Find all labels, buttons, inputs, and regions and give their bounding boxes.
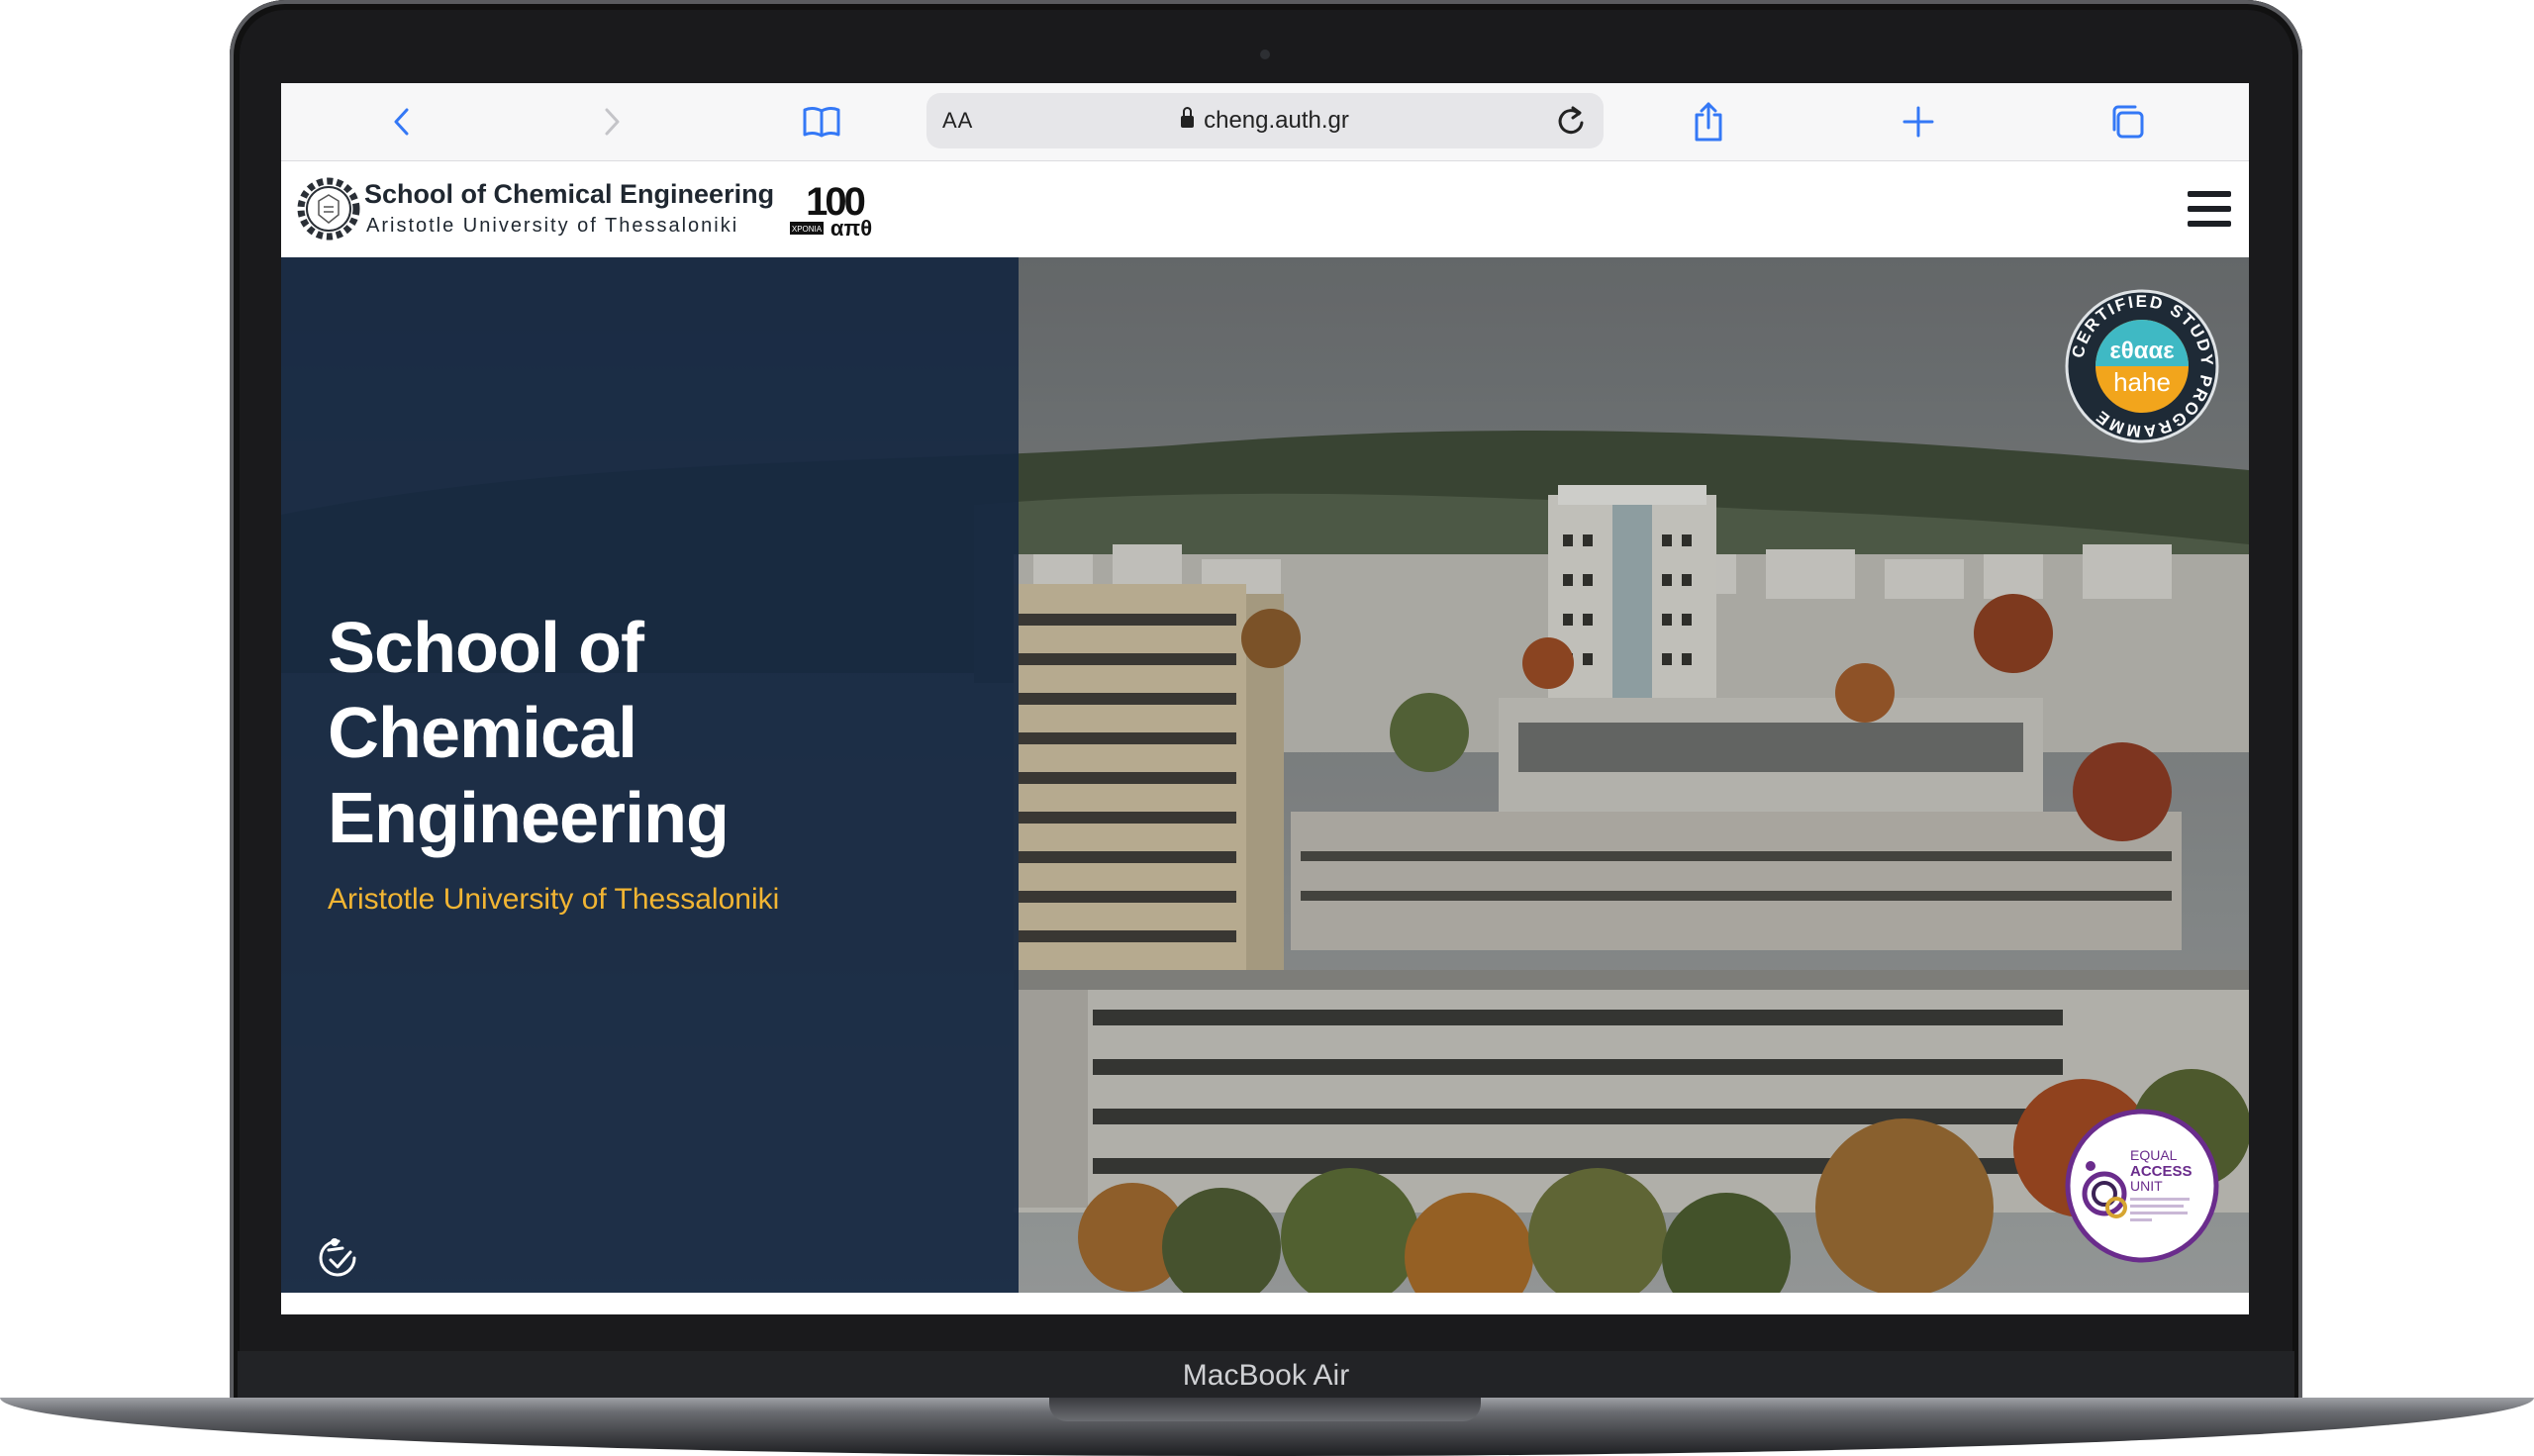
accessibility-icon[interactable] xyxy=(313,1232,364,1289)
url-display[interactable]: cheng.auth.gr xyxy=(926,93,1604,148)
hero-title-line: Engineering xyxy=(328,779,730,858)
back-icon[interactable] xyxy=(378,97,428,146)
browser-screen: AA cheng.auth.gr School of Chemical Engi… xyxy=(281,83,2249,1314)
address-bar[interactable]: AA cheng.auth.gr xyxy=(926,93,1604,148)
lock-icon xyxy=(1181,107,1195,128)
reload-icon[interactable] xyxy=(1546,96,1596,150)
hero-section: School of Chemical Engineering Aristotle… xyxy=(281,257,2249,1293)
anniversary-caption: ΧΡΟΝΙΑ xyxy=(792,225,823,234)
browser-toolbar: AA cheng.auth.gr xyxy=(281,83,2249,161)
equal-access-line3: UNIT xyxy=(2130,1178,2163,1194)
laptop-hinge-notch xyxy=(1049,1398,1481,1421)
share-icon[interactable] xyxy=(1684,97,1733,146)
hero-title: School of Chemical Engineering xyxy=(328,606,981,861)
school-logo-icon[interactable] xyxy=(297,177,360,245)
hero-title-line: Chemical xyxy=(328,694,637,773)
hero-subtitle: Aristotle University of Thessaloniki xyxy=(328,883,780,916)
equal-access-line1: EQUAL xyxy=(2130,1147,2178,1163)
laptop-label: MacBook Air xyxy=(238,1351,2294,1401)
certified-study-badge[interactable]: CERTIFIED STUDY PROGRAMME εθααε hahe xyxy=(2063,287,2221,450)
anniversary-logo: 100 ΧΡΟΝΙΑ απθ xyxy=(790,180,879,243)
brand-title[interactable]: School of Chemical Engineering xyxy=(364,179,774,210)
certified-greek: εθααε xyxy=(2109,338,2174,364)
url-text: cheng.auth.gr xyxy=(1204,107,1349,134)
equal-access-unit-badge[interactable]: EQUAL ACCESS UNIT xyxy=(2065,1109,2219,1268)
certified-english: hahe xyxy=(2113,367,2171,397)
site-header: School of Chemical Engineering Aristotle… xyxy=(281,161,2249,257)
anniversary-word: απθ xyxy=(830,216,872,239)
brand-subtitle: Aristotle University of Thessaloniki xyxy=(366,215,739,237)
bookmarks-icon[interactable] xyxy=(797,97,846,146)
forward-icon[interactable] xyxy=(586,97,635,146)
hero-title-line: School of xyxy=(328,609,644,688)
camera xyxy=(1260,49,1270,59)
hamburger-icon[interactable] xyxy=(2188,191,2231,229)
page-bottom-strip xyxy=(281,1293,2249,1314)
new-tab-icon[interactable] xyxy=(1894,97,1943,146)
tabs-icon[interactable] xyxy=(2102,97,2152,146)
